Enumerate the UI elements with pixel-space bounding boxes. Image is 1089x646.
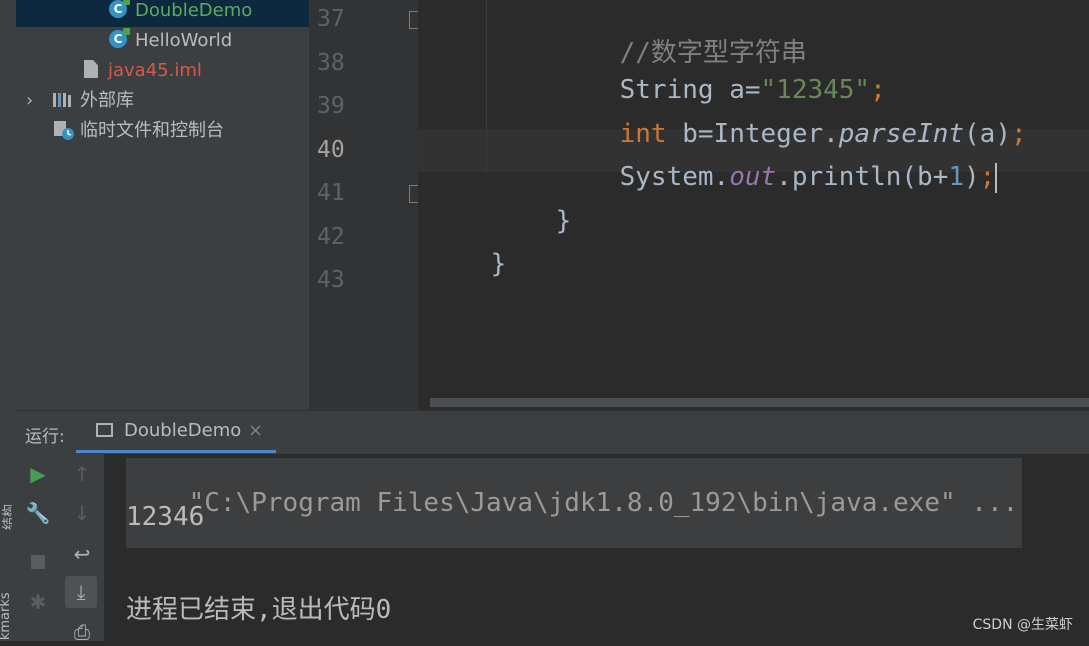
text-cursor <box>995 162 998 193</box>
tab-label: DoubleDemo <box>124 420 242 441</box>
tree-item-scratches[interactable]: 临时文件和控制台 <box>16 117 309 147</box>
structure-tab-label: 结构 <box>2 503 12 530</box>
code-line-42: } <box>428 219 507 309</box>
code-line-40: System.out.println(b+1); <box>557 132 998 223</box>
library-icon <box>52 91 74 107</box>
code-token: .println(b+ <box>776 162 949 192</box>
console-output[interactable]: "C:\Program Files\Java\jdk1.8.0_192\bin\… <box>104 454 1089 641</box>
console-output-line: 12346 <box>126 502 205 532</box>
project-tree-panel: C DoubleDemo C HelloWorld java45.iml › 外… <box>16 0 310 410</box>
tree-item-external-libraries[interactable]: › 外部库 <box>16 87 309 117</box>
code-token: System. <box>619 162 730 192</box>
console-tab-icon <box>96 423 113 437</box>
tree-item-label: DoubleDemo <box>135 0 253 21</box>
horizontal-scrollbar[interactable] <box>430 398 1089 407</box>
line-number: 41 <box>317 180 345 206</box>
close-icon[interactable]: × <box>248 420 263 441</box>
rerun-icon[interactable]: ▶ <box>24 460 52 488</box>
code-editor[interactable]: //数字型字符串 String a="12345"; int b=Integer… <box>418 0 1089 410</box>
chevron-right-icon[interactable]: › <box>26 89 33 113</box>
wrench-icon[interactable]: 🔧 <box>24 499 52 527</box>
stop-icon[interactable] <box>24 548 52 576</box>
watermark: CSDN @生菜虾 <box>972 617 1073 633</box>
run-panel-header: 运行: DoubleDemo × <box>16 410 1089 455</box>
iml-file-icon <box>84 60 98 78</box>
tree-item-helloworld[interactable]: C HelloWorld <box>16 27 309 57</box>
bookmarks-tab[interactable]: Bookmarks <box>0 575 12 641</box>
code-semicolon: ; <box>979 162 996 192</box>
java-class-icon: C <box>109 0 130 18</box>
line-number: 42 <box>317 224 345 250</box>
structure-tab[interactable]: 结构 <box>0 490 12 540</box>
print-icon[interactable]: ⎙ <box>68 618 96 646</box>
code-token: ) <box>964 162 980 192</box>
tree-item-label: 临时文件和控制台 <box>80 120 224 141</box>
run-toolbar-primary: ▶ 🔧 ✱ <box>16 454 60 641</box>
line-number-current: 40 <box>317 137 345 163</box>
code-field: out <box>729 162 777 192</box>
tree-item-label: java45.iml <box>108 60 202 81</box>
console-command-line: "C:\Program Files\Java\jdk1.8.0_192\bin\… <box>126 458 1023 548</box>
run-toolbar-secondary: ↑ ↓ ↩ ⤓ ⎙ <box>60 454 105 644</box>
line-number: 37 <box>317 6 345 32</box>
line-number: 38 <box>317 50 345 76</box>
tree-item-label: HelloWorld <box>135 30 233 51</box>
java-class-icon: C <box>109 28 130 48</box>
soft-wrap-icon[interactable]: ↩ <box>68 540 96 568</box>
run-label: 运行: <box>25 427 65 447</box>
indent-guide <box>486 0 487 172</box>
line-number: 43 <box>317 267 345 293</box>
console-command-text: "C:\Program Files\Java\jdk1.8.0_192\bin\… <box>188 488 1019 518</box>
debug-bug-icon[interactable]: ✱ <box>24 588 52 616</box>
code-brace: } <box>490 249 507 279</box>
scroll-to-end-icon[interactable]: ⤓ <box>65 576 97 608</box>
bookmarks-tab-label: Bookmarks <box>0 592 12 641</box>
tree-item-java45-iml[interactable]: java45.iml <box>16 57 309 87</box>
scratch-console-icon <box>53 120 75 142</box>
editor-gutter: 37 38 39 40 41 42 43 <box>309 0 425 410</box>
left-tool-strip: 结构 Bookmarks <box>0 0 17 641</box>
code-semicolon: ; <box>1010 119 1027 149</box>
arrow-down-icon[interactable]: ↓ <box>68 499 96 527</box>
tab-doubledemo[interactable]: DoubleDemo × <box>76 411 276 453</box>
line-number: 39 <box>317 93 345 119</box>
arrow-up-icon[interactable]: ↑ <box>68 460 96 488</box>
code-brace: } <box>555 206 572 236</box>
tree-item-label: 外部库 <box>80 90 134 111</box>
console-exit-line: 进程已结束,退出代码0 <box>126 595 392 625</box>
code-number: 1 <box>948 162 965 192</box>
tree-item-doubledemo[interactable]: C DoubleDemo <box>16 0 309 27</box>
